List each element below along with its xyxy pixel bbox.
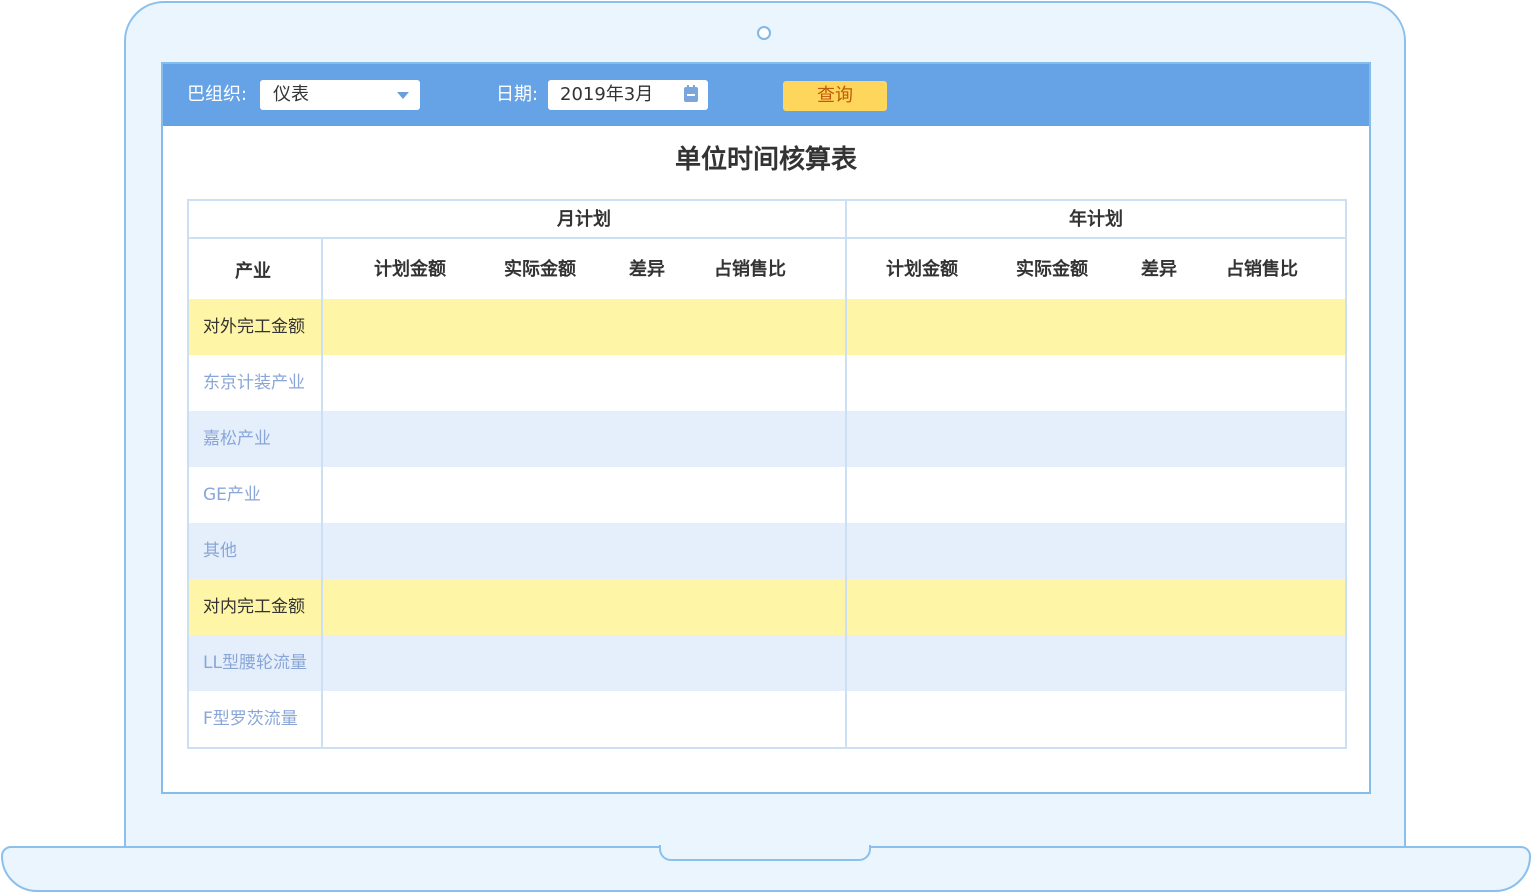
month-actual-amount-header: 实际金额 [504,259,576,280]
table-row: 嘉松产业 [189,411,1345,467]
table-row: LL型腰轮流量 [189,635,1345,691]
row-label: 嘉松产业 [203,429,271,449]
row-label: 东京计装产业 [203,373,305,393]
table-row: 对外完工金额 [189,299,1345,355]
date-value: 2019年3月 [560,84,654,105]
year-plan-header: 年计划 [1069,209,1123,230]
table-row: 东京计装产业 [189,355,1345,411]
row-label: 对内完工金额 [203,597,305,617]
table-row: GE产业 [189,467,1345,523]
filter-toolbar: 巴组织: 仪表 日期: 2019年3月 查询 [163,64,1369,126]
year-actual-amount-header: 实际金额 [1016,259,1088,280]
industry-header: 产业 [235,261,271,282]
chevron-down-icon[interactable] [397,92,409,99]
year-variance-header: 差异 [1141,259,1177,280]
header-divider [189,237,1345,239]
plan-group-divider [845,201,847,747]
month-variance-header: 差异 [629,259,665,280]
table-row: F型罗茨流量 [189,691,1345,747]
query-button[interactable]: 查询 [783,81,887,111]
accounting-table: 月计划 年计划 产业 计划金额 实际金额 差异 占销售比 计划金额 实际金额 差… [187,199,1347,749]
row-label: 其他 [203,541,237,561]
org-select[interactable]: 仪表 [260,80,420,110]
table-row: 其他 [189,523,1345,579]
year-sales-ratio-header: 占销售比 [1226,259,1298,280]
year-plan-amount-header: 计划金额 [886,259,958,280]
row-label: F型罗茨流量 [203,709,298,729]
date-label: 日期: [496,84,539,105]
row-label: 对外完工金额 [203,317,305,337]
date-picker-input[interactable]: 2019年3月 [548,80,708,110]
month-plan-amount-header: 计划金额 [374,259,446,280]
report-title: 单位时间核算表 [674,145,857,175]
month-sales-ratio-header: 占销售比 [714,259,786,280]
app-screen: 巴组织: 仪表 日期: 2019年3月 查询 单位时间核算表 月计划 年计划 产… [161,62,1371,794]
industry-column-divider [321,238,323,747]
row-label: LL型腰轮流量 [203,653,307,673]
org-select-value: 仪表 [273,84,309,105]
org-label: 巴组织: [187,84,248,105]
month-plan-header: 月计划 [557,209,611,230]
row-label: GE产业 [203,485,261,505]
table-row: 对内完工金额 [189,579,1345,635]
camera-icon [757,26,771,40]
laptop-notch [659,845,871,861]
calendar-icon[interactable] [684,85,698,102]
